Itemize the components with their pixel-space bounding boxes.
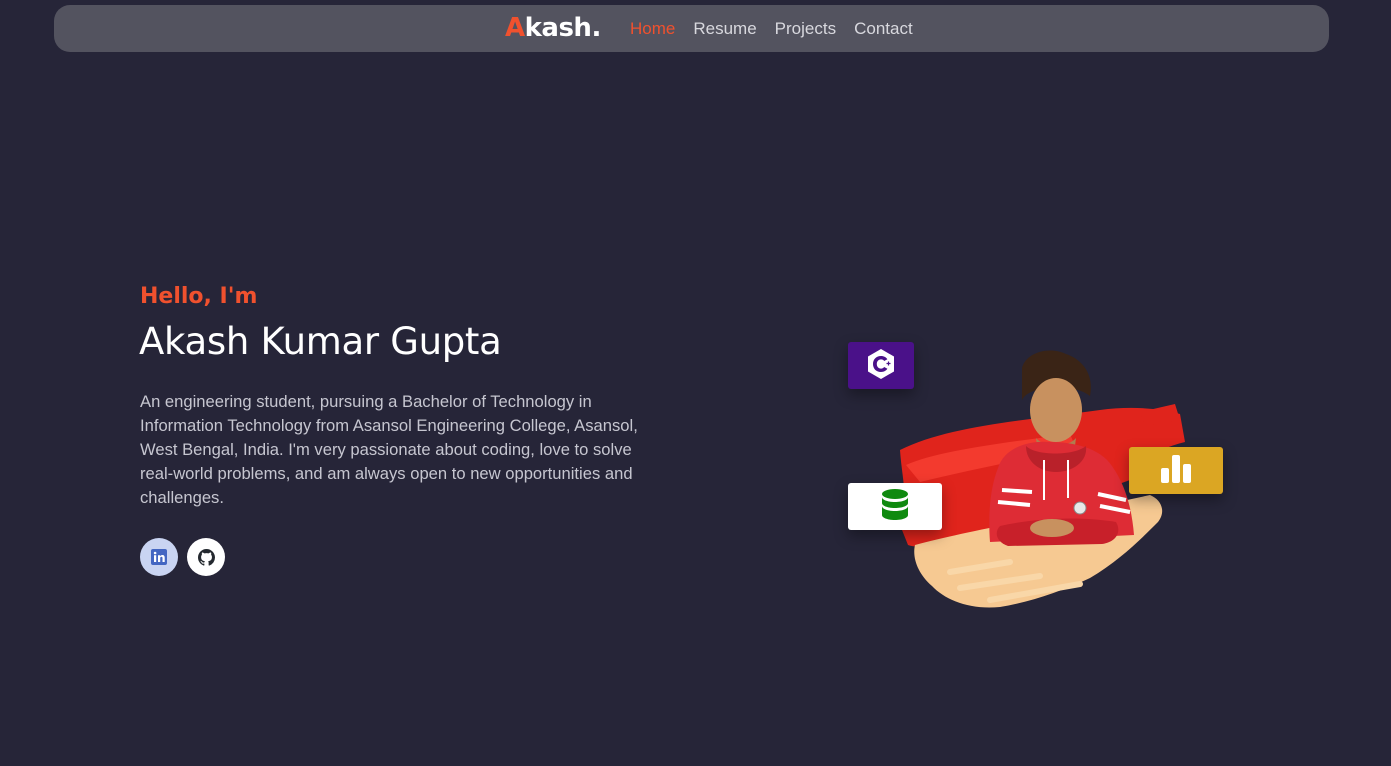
- bar-chart-badge: [1129, 447, 1223, 494]
- database-badge: [848, 483, 942, 530]
- nav-link-resume[interactable]: Resume: [693, 18, 756, 39]
- nav-link-contact[interactable]: Contact: [854, 18, 913, 39]
- hero-bio: An engineering student, pursuing a Bache…: [140, 392, 638, 507]
- database-icon: [881, 488, 909, 525]
- nav-link-home[interactable]: Home: [630, 18, 675, 39]
- github-icon: [197, 548, 215, 566]
- hero-greeting: Hello, I'm: [140, 284, 258, 309]
- linkedin-icon: [151, 549, 167, 565]
- cpp-icon: [866, 348, 896, 384]
- site-logo[interactable]: Akash.: [505, 12, 601, 44]
- bar-chart-icon: [1160, 454, 1192, 488]
- hero-illustration: [840, 330, 1240, 620]
- github-button[interactable]: [187, 538, 225, 576]
- nav-link-projects[interactable]: Projects: [775, 18, 836, 39]
- navbar: Akash. Home Resume Projects Contact: [54, 5, 1329, 52]
- social-links: [140, 538, 225, 576]
- nav-links: Home Resume Projects Contact: [630, 18, 913, 39]
- cpp-badge: [848, 342, 914, 389]
- linkedin-button[interactable]: [140, 538, 178, 576]
- logo-initial: A: [505, 13, 525, 43]
- logo-text: kash.: [524, 13, 602, 43]
- hero-name: Akash Kumar Gupta: [139, 320, 502, 363]
